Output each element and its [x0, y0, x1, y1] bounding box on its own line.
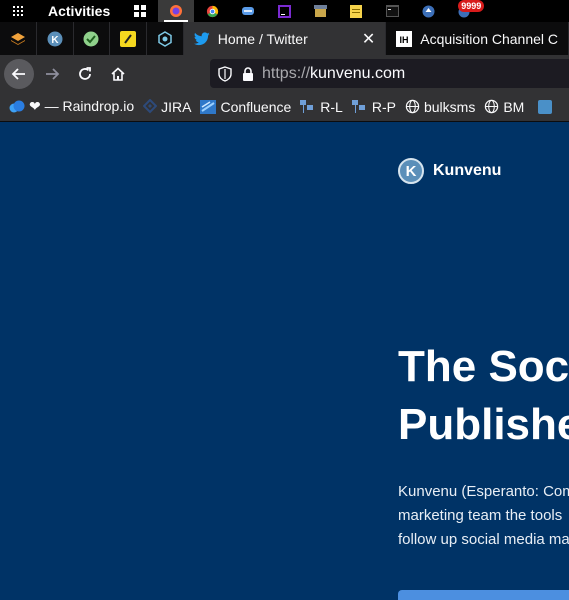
cta-button[interactable] [398, 590, 569, 600]
terminal-app-icon[interactable] [374, 0, 410, 22]
home-button[interactable] [103, 59, 133, 89]
lock-icon [243, 66, 253, 81]
bookmark-confluence[interactable]: Confluence [200, 99, 291, 115]
page-content: K Kunvenu The Soci Publishe Kunvenu (Esp… [0, 123, 569, 600]
hexagon-gear-icon [158, 30, 172, 47]
twitter-bird-icon [193, 31, 210, 45]
mail-app-icon[interactable]: 9999 [446, 0, 485, 22]
back-button[interactable] [4, 58, 34, 89]
headline-line: The Soci [398, 342, 569, 391]
pinned-tab-settings[interactable] [147, 22, 184, 55]
notification-badge: 9999 [458, 0, 485, 12]
tab-label: Home / Twitter [217, 30, 308, 47]
svg-text:K: K [51, 35, 59, 46]
bookmark-favicon-icon [538, 99, 553, 114]
site-brand[interactable]: K Kunvenu [398, 158, 501, 184]
tab-label: Acquisition Channel C [420, 30, 559, 47]
home-icon [111, 66, 125, 81]
confluence-icon [200, 99, 217, 114]
bookmark-label: bulksms [423, 98, 476, 115]
check-circle-icon [83, 31, 99, 46]
layers-icon [10, 32, 25, 45]
bookmark-bulksms[interactable]: bulksms [405, 99, 475, 115]
url-scheme: https:// [262, 64, 311, 82]
url-host: kunvenu.com [310, 64, 406, 82]
bookmark-label: R-P [371, 98, 396, 115]
kunvenu-logo-icon: K [398, 158, 424, 184]
tree-icon [351, 99, 365, 113]
bookmark-label: R-L [320, 98, 343, 115]
ide-app-icon[interactable] [266, 0, 302, 22]
pinned-tab-notes[interactable] [110, 22, 147, 55]
pinned-tab-check[interactable] [74, 22, 111, 55]
arrow-left-icon [11, 67, 25, 80]
tab-acquisition-channel[interactable]: IH Acquisition Channel C [386, 22, 569, 55]
bookmark-overflow[interactable] [538, 99, 553, 114]
bookmark-label: BM [503, 98, 525, 115]
tab-home-twitter[interactable]: Home / Twitter ✕ [183, 22, 387, 55]
bookmark-r-p[interactable]: R-P [351, 98, 396, 115]
arrow-right-icon [46, 67, 60, 80]
description-line: follow up social media ma [398, 531, 569, 548]
raindrop-cloud-icon [9, 100, 25, 112]
url-bar[interactable]: https://kunvenu.com [210, 59, 569, 88]
bookmarks-toolbar: ❤ — Raindrop.io JIRA Confluence R-L R-P … [0, 92, 569, 122]
url-text: https://kunvenu.com [262, 65, 405, 83]
cloud-app-icon[interactable] [230, 0, 266, 22]
globe-icon [485, 99, 499, 114]
bookmark-label: ❤ — Raindrop.io [29, 98, 135, 114]
bookmark-bm[interactable]: BM [484, 99, 524, 115]
description-line: Kunvenu (Esperanto: Com [398, 483, 569, 500]
upload-app-icon[interactable] [410, 0, 446, 22]
kunvenu-icon: K [47, 31, 63, 46]
ih-logo-icon: IH [396, 30, 413, 47]
notes-app-icon[interactable] [338, 0, 374, 22]
brand-name: Kunvenu [433, 162, 502, 179]
bookmark-raindrop[interactable]: ❤ — Raindrop.io [9, 98, 134, 115]
hero-headline: The Soci Publishe [398, 338, 569, 454]
description-line: marketing team the tools [398, 507, 563, 524]
chrome-app-icon[interactable] [194, 0, 230, 22]
app-grid-icon[interactable] [0, 0, 36, 22]
notes-pen-icon [120, 30, 137, 47]
svg-text:IH: IH [400, 35, 409, 45]
activities-button[interactable]: Activities [48, 3, 110, 19]
headline-line: Publishe [398, 400, 569, 449]
pinned-tab-kunvenu[interactable]: K [37, 22, 74, 55]
hero-description: Kunvenu (Esperanto: Com marketing team t… [398, 480, 569, 552]
close-tab-icon[interactable]: ✕ [362, 29, 375, 49]
forward-button[interactable] [37, 59, 67, 89]
jira-icon [143, 98, 158, 113]
navigation-bar: https://kunvenu.com [0, 55, 569, 92]
archive-app-icon[interactable] [302, 0, 338, 22]
bookmark-r-l[interactable]: R-L [300, 99, 343, 115]
shield-icon [218, 65, 232, 82]
workspace-grid-icon[interactable] [122, 0, 158, 22]
reload-button[interactable] [70, 59, 100, 89]
bookmark-jira[interactable]: JIRA [143, 98, 192, 115]
pinned-tab-layers[interactable] [0, 22, 37, 55]
globe-icon [405, 99, 420, 114]
bookmark-label: Confluence [220, 98, 292, 115]
firefox-app-icon[interactable] [158, 0, 195, 22]
reload-icon [79, 66, 91, 80]
system-top-bar: Activities 9999 [0, 0, 569, 22]
tree-icon [300, 99, 314, 113]
tab-strip: K Home / Twitter ✕ IH Acquisition Channe… [0, 22, 569, 55]
bookmark-label: JIRA [161, 98, 192, 115]
